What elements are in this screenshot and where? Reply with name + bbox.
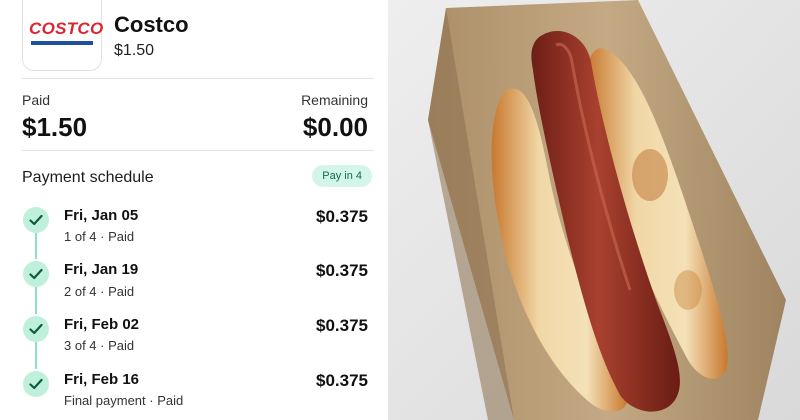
logo-underline <box>31 41 93 45</box>
schedule-title: Payment schedule <box>22 169 154 186</box>
logo-wordmark: COSTCO <box>29 19 104 38</box>
payment-date: Fri, Jan 19 <box>64 261 139 278</box>
payment-status: Final payment · Paid <box>64 393 184 408</box>
check-icon <box>23 316 49 342</box>
payment-date: Fri, Jan 05 <box>64 207 139 224</box>
divider <box>22 78 374 79</box>
timeline-connector <box>35 342 37 369</box>
divider <box>22 150 374 151</box>
check-icon <box>23 261 49 287</box>
timeline-connector <box>35 287 37 314</box>
payment-amount: $0.375 <box>316 316 368 335</box>
payment-date: Fri, Feb 02 <box>64 316 140 333</box>
payment-status: 2 of 4 · Paid <box>64 284 135 299</box>
pay-in-4-badge: Pay in 4 <box>312 165 372 187</box>
payment-amount: $0.375 <box>316 207 368 226</box>
photo-illustration <box>388 0 800 420</box>
paid-label: Paid <box>22 92 51 108</box>
merchant-header: COSTCO Costco $1.50 <box>22 0 374 76</box>
paid-value: $1.50 <box>22 112 88 142</box>
hot-dog-photo <box>388 0 800 420</box>
payment-amount: $0.375 <box>316 371 368 390</box>
payment-status: 3 of 4 · Paid <box>64 338 135 353</box>
merchant-logo: COSTCO <box>22 0 104 71</box>
check-icon <box>23 207 49 233</box>
timeline-connector <box>35 233 37 259</box>
payment-status: 1 of 4 · Paid <box>64 229 135 244</box>
payment-date: Fri, Feb 16 <box>64 371 140 388</box>
payment-panel: COSTCO Costco $1.50 Paid $1.50 Remaining… <box>0 0 388 420</box>
merchant-amount: $1.50 <box>114 42 155 59</box>
payment-amount: $0.375 <box>316 261 368 280</box>
merchant-name: Costco <box>114 12 189 37</box>
remaining-value: $0.00 <box>302 112 368 142</box>
remaining-label: Remaining <box>301 92 368 108</box>
check-icon <box>23 371 49 397</box>
